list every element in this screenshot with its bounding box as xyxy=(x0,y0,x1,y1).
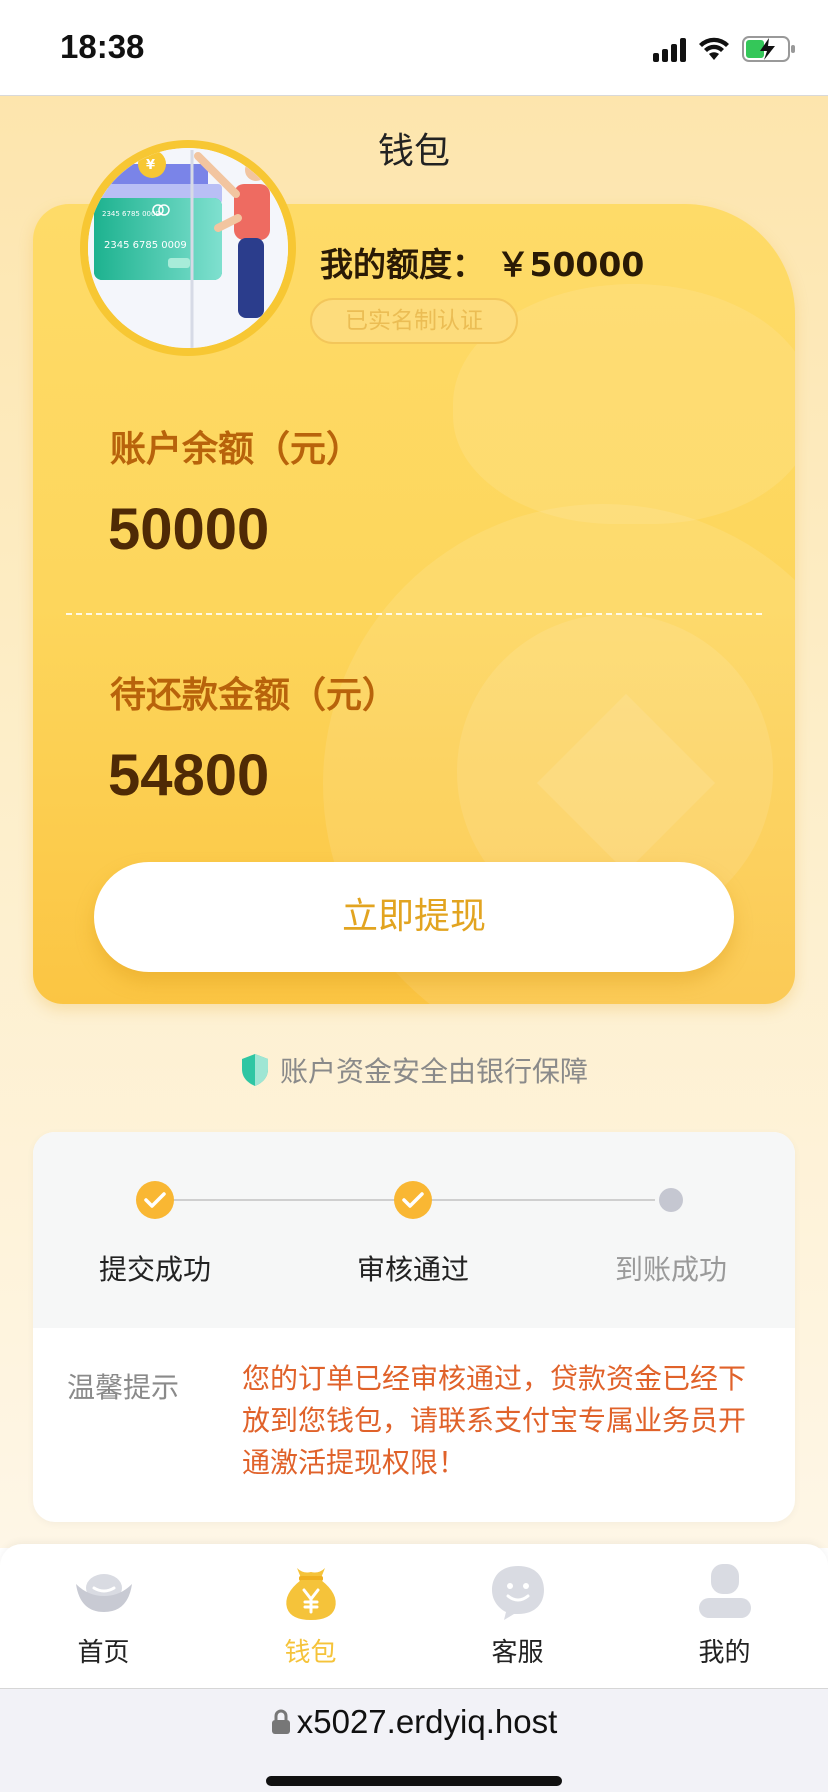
card-divider xyxy=(66,613,762,615)
step-3-pending-dot-icon xyxy=(659,1188,683,1212)
svg-text:2345 6785 0009: 2345 6785 0009 xyxy=(102,210,160,218)
tab-home-label: 首页 xyxy=(77,1638,130,1668)
tab-wallet[interactable]: 钱包 xyxy=(207,1544,414,1688)
verified-badge: 已实名制认证 xyxy=(310,298,518,344)
due-amount-value: 54800 xyxy=(108,743,270,808)
home-ingot-icon xyxy=(72,1562,136,1622)
wallet-page: 钱包 2345 6785 0009 2345 6785 0009 ¥ 我的额度：… xyxy=(0,96,828,1548)
step-2-label: 审核通过 xyxy=(356,1253,469,1286)
credit-limit: 我的额度： ￥50000 xyxy=(320,238,644,286)
tip-label: 温馨提示 xyxy=(67,1371,180,1404)
wifi-icon xyxy=(699,37,729,60)
step-1-check-icon xyxy=(136,1181,174,1219)
wallet-moneybag-icon xyxy=(279,1562,343,1622)
safety-note-text: 账户资金安全由银行保障 xyxy=(279,1055,588,1088)
card-illustration-icon: 2345 6785 0009 2345 6785 0009 ¥ xyxy=(88,148,288,348)
status-bar: 18:38 xyxy=(0,0,828,96)
credit-limit-label: 我的额度： xyxy=(320,245,485,284)
battery-charging-icon xyxy=(742,36,795,62)
progress-card: 提交成功 审核通过 到账成功 温馨提示 您的订单已经审核通过，贷款资金已经下放到… xyxy=(33,1132,795,1522)
balance-label: 账户余额（元） xyxy=(110,429,363,470)
tab-service[interactable]: 客服 xyxy=(414,1544,621,1688)
tab-mine-label: 我的 xyxy=(698,1638,751,1668)
shield-icon xyxy=(241,1054,268,1086)
svg-text:¥: ¥ xyxy=(146,158,155,173)
status-icons xyxy=(653,34,796,64)
cellular-signal-icon xyxy=(653,36,686,62)
avatar: 2345 6785 0009 2345 6785 0009 ¥ xyxy=(80,140,296,356)
tab-service-label: 客服 xyxy=(491,1638,544,1668)
chat-bubble-icon xyxy=(486,1562,550,1622)
status-time: 18:38 xyxy=(60,28,145,65)
due-amount-label: 待还款金额（元） xyxy=(110,675,399,716)
url-text: x5027.erdyiq.host xyxy=(296,1703,558,1740)
url-display[interactable]: x5027.erdyiq.host xyxy=(0,1703,828,1741)
svg-text:2345 6785 0009: 2345 6785 0009 xyxy=(104,240,187,251)
tip-text: 您的订单已经审核通过，贷款资金已经下放到您钱包，请联系支付宝专属业务员开通激活提… xyxy=(242,1362,747,1479)
step-2-check-icon xyxy=(394,1181,432,1219)
credit-limit-value: ￥50000 xyxy=(496,245,645,284)
tab-bar: 首页 钱包 客服 我的 xyxy=(0,1544,828,1688)
safety-note: 账户资金安全由银行保障 xyxy=(0,1050,828,1090)
step-connector xyxy=(155,1199,397,1201)
step-connector xyxy=(413,1199,655,1201)
step-3-label: 到账成功 xyxy=(614,1253,727,1286)
user-icon xyxy=(693,1562,757,1622)
progress-steps: 提交成功 审核通过 到账成功 xyxy=(33,1132,795,1328)
withdraw-button[interactable]: 立即提现 xyxy=(94,862,734,972)
tab-wallet-label: 钱包 xyxy=(284,1638,337,1668)
tab-home[interactable]: 首页 xyxy=(0,1544,207,1688)
balance-value: 50000 xyxy=(108,497,270,562)
step-1-label: 提交成功 xyxy=(98,1253,211,1286)
tab-mine[interactable]: 我的 xyxy=(621,1544,828,1688)
home-indicator xyxy=(266,1776,562,1786)
lock-icon xyxy=(271,1709,290,1734)
